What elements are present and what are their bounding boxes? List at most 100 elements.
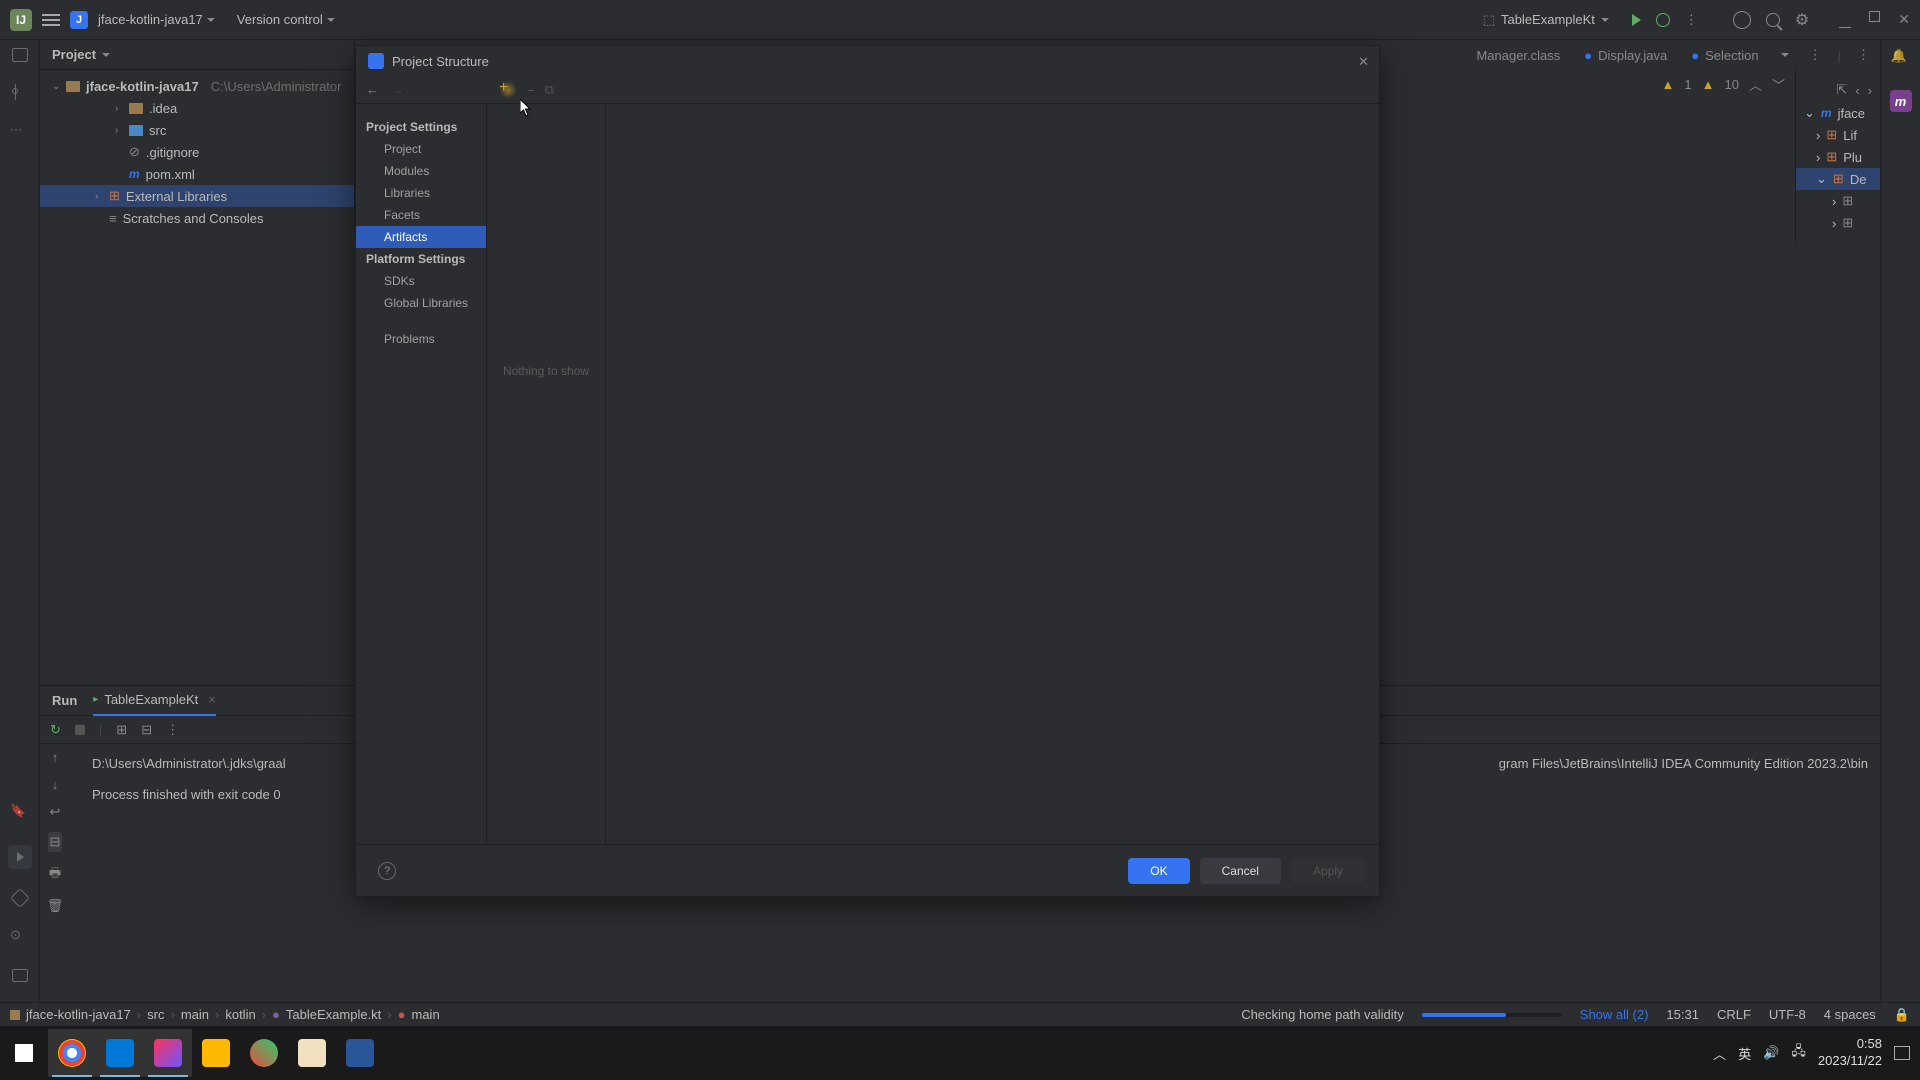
bookmark-tool-icon[interactable]: 🔖 — [10, 803, 30, 823]
prev-icon[interactable]: ‹ — [1855, 83, 1859, 98]
sidebar-item-facets[interactable]: Facets — [356, 204, 486, 226]
settings-icon[interactable]: ⚙ — [1795, 10, 1809, 30]
more-actions-button[interactable]: ⋮ — [1857, 47, 1870, 63]
ok-button[interactable]: OK — [1128, 858, 1189, 884]
taskbar-explorer[interactable] — [192, 1029, 240, 1077]
back-button[interactable]: ← — [366, 82, 379, 97]
clear-button[interactable]: 🗑 — [47, 898, 64, 914]
run-tool-icon[interactable] — [8, 845, 32, 869]
search-icon[interactable] — [1766, 13, 1780, 27]
debug-button[interactable] — [1656, 13, 1670, 27]
up-button[interactable]: ↑ — [52, 750, 59, 765]
sidebar-item-global-libs[interactable]: Global Libraries — [356, 292, 486, 314]
sidebar-item-libraries[interactable]: Libraries — [356, 182, 486, 204]
code-with-me-icon[interactable] — [1733, 11, 1751, 29]
struct-root[interactable]: ⌄mjface — [1796, 102, 1880, 124]
remove-button[interactable]: − — [527, 83, 535, 98]
tray-notifications-icon[interactable] — [1894, 1046, 1910, 1060]
sidebar-item-problems[interactable]: Problems — [356, 328, 486, 350]
main-menu-button[interactable] — [42, 14, 60, 26]
print-button[interactable]: 🖶 — [49, 864, 61, 886]
run-button[interactable] — [1632, 14, 1641, 26]
add-artifact-button[interactable] — [499, 81, 517, 99]
next-icon[interactable]: › — [1868, 83, 1872, 98]
taskbar-app[interactable] — [288, 1029, 336, 1077]
close-button[interactable]: ✕ — [1898, 11, 1910, 28]
notifications-icon[interactable]: 🔔 — [1891, 48, 1911, 68]
line-sep-indicator[interactable]: CRLF — [1717, 1007, 1751, 1022]
sidebar-item-modules[interactable]: Modules — [356, 160, 486, 182]
run-config-selector[interactable]: ⬚TableExampleKt — [1475, 8, 1617, 32]
indent-indicator[interactable]: 4 spaces — [1824, 1007, 1876, 1022]
tree-item[interactable]: ›.idea — [40, 97, 354, 119]
struct-item[interactable]: ›⊞Lif — [1796, 124, 1880, 146]
bg-task-label[interactable]: Checking home path validity — [1241, 1007, 1404, 1022]
build-tool-icon[interactable]: ⊙ — [10, 927, 30, 947]
struct-item[interactable]: ›⊞ — [1796, 190, 1880, 212]
maximize-button[interactable] — [1869, 11, 1880, 22]
sidebar-item-project[interactable]: Project — [356, 138, 486, 160]
struct-item[interactable]: ⌄⊞De — [1796, 168, 1880, 190]
cancel-button[interactable]: Cancel — [1200, 858, 1281, 884]
sidebar-item-sdks[interactable]: SDKs — [356, 270, 486, 292]
exit-button[interactable]: ⊟ — [141, 722, 152, 738]
start-button[interactable] — [0, 1029, 48, 1077]
run-tab-config[interactable]: ▸TableExampleKt × — [93, 686, 216, 716]
scroll-button[interactable]: ⊟ — [48, 832, 63, 852]
tray-ime-icon[interactable]: 英 — [1738, 1044, 1751, 1063]
copy-button[interactable]: ⧉ — [545, 82, 554, 98]
progress-bar[interactable] — [1422, 1013, 1562, 1017]
tray-network-icon[interactable]: 🖧 — [1791, 1042, 1806, 1064]
maven-tool-icon[interactable]: m — [1890, 90, 1912, 112]
help-button[interactable]: ? — [378, 862, 396, 880]
structure-tool-icon[interactable]: ⋯ — [10, 122, 30, 142]
commit-tool-icon[interactable] — [15, 84, 25, 100]
up-icon[interactable]: ︿ — [1749, 75, 1762, 94]
terminal-tool-icon[interactable] — [12, 969, 28, 982]
project-tool-icon[interactable] — [12, 48, 28, 62]
editor-tab[interactable]: ●Display.java — [1572, 40, 1679, 70]
project-tree[interactable]: ⌄ jface-kotlin-java17 C:\Users\Administr… — [40, 70, 354, 234]
vcs-dropdown[interactable]: Version control — [237, 12, 335, 27]
tray-clock[interactable]: 0:58 2023/11/22 — [1818, 1036, 1882, 1070]
show-all-link[interactable]: Show all (2) — [1580, 1007, 1649, 1022]
sidebar-item-artifacts[interactable]: Artifacts — [356, 226, 486, 248]
tree-root[interactable]: ⌄ jface-kotlin-java17 C:\Users\Administr… — [40, 75, 354, 97]
more-button[interactable]: ⋮ — [166, 722, 179, 738]
more-actions-button[interactable]: ⋮ — [1685, 12, 1698, 28]
editor-tab[interactable]: ●Selection — [1679, 40, 1770, 70]
services-tool-icon[interactable] — [10, 888, 30, 908]
readonly-icon[interactable]: 🔒 — [1894, 1007, 1910, 1023]
taskbar-intellij[interactable] — [144, 1029, 192, 1077]
layout-button[interactable]: ⊞ — [116, 722, 127, 738]
more-tabs-button[interactable]: ⋮ — [1809, 47, 1822, 63]
taskbar-vscode[interactable] — [96, 1029, 144, 1077]
taskbar-app[interactable] — [336, 1029, 384, 1077]
down-icon[interactable]: ﹀ — [1772, 75, 1785, 94]
tree-item[interactable]: mpom.xml — [40, 163, 354, 185]
inspection-widget[interactable]: ▲1 ▲10 ︿ ﹀ — [1662, 75, 1785, 94]
stop-button[interactable] — [75, 725, 85, 735]
tree-item[interactable]: ›src — [40, 119, 354, 141]
encoding-indicator[interactable]: UTF-8 — [1769, 1007, 1806, 1022]
tray-volume-icon[interactable]: 🔊 — [1763, 1045, 1779, 1061]
struct-item[interactable]: ›⊞Plu — [1796, 146, 1880, 168]
taskbar-app[interactable] — [240, 1029, 288, 1077]
wrap-button[interactable]: ↩ — [50, 804, 61, 820]
tree-item-scratches[interactable]: ≡Scratches and Consoles — [40, 207, 354, 229]
tree-item-external-libs[interactable]: ›⊞External Libraries — [40, 185, 354, 207]
close-icon[interactable]: × — [208, 692, 216, 707]
editor-tab[interactable]: Manager.class — [1464, 40, 1572, 70]
run-tab-run[interactable]: Run — [52, 686, 77, 716]
chevron-down-icon[interactable] — [102, 53, 110, 57]
breadcrumb[interactable]: jface-kotlin-java17› src› main› kotlin› … — [10, 1007, 440, 1022]
project-dropdown[interactable]: jface-kotlin-java17 — [98, 12, 215, 27]
down-button[interactable]: ↓ — [52, 777, 59, 792]
struct-item[interactable]: ›⊞ — [1796, 212, 1880, 234]
expand-icon[interactable]: ⌄ — [52, 81, 60, 92]
taskbar-chrome[interactable] — [48, 1029, 96, 1077]
close-icon[interactable]: ✕ — [1358, 54, 1369, 70]
collapse-icon[interactable]: ⇱ — [1836, 82, 1847, 98]
chevron-down-icon[interactable] — [1781, 53, 1789, 57]
tray-expand-icon[interactable]: ︿ — [1713, 1044, 1726, 1063]
